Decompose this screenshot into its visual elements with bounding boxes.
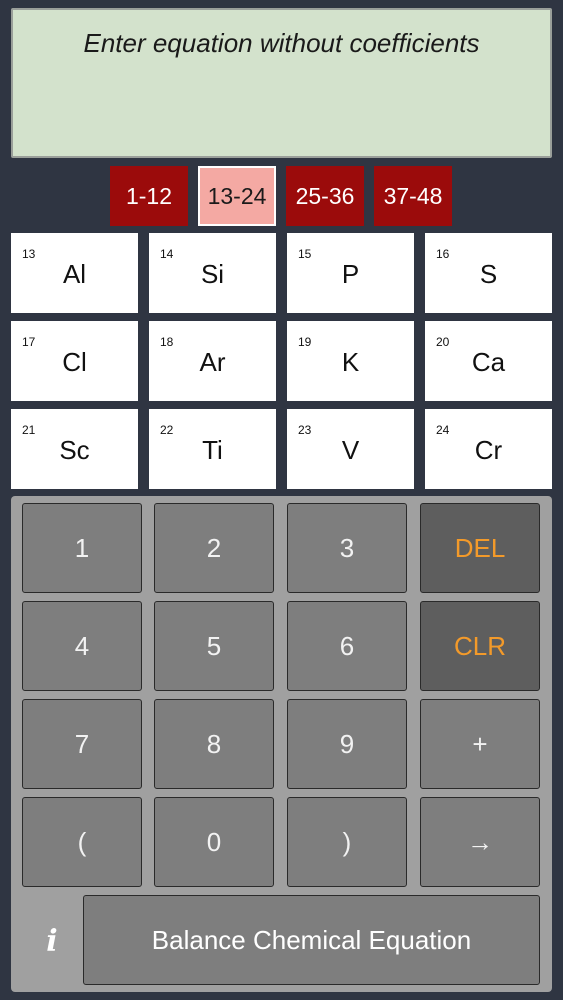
element-key-ca[interactable]: 20 Ca	[425, 321, 552, 401]
element-symbol: Cl	[62, 347, 87, 377]
range-tab-1-12[interactable]: 1-12	[110, 166, 188, 226]
element-key-al[interactable]: 13 Al	[11, 233, 138, 313]
element-symbol: P	[341, 259, 360, 289]
key-5[interactable]: 5	[154, 601, 274, 691]
element-symbol: Al	[62, 259, 87, 289]
element-symbol: Ca	[471, 347, 506, 377]
element-key-ar[interactable]: 18 Ar	[149, 321, 276, 401]
element-symbol: Sc	[59, 435, 90, 465]
equation-display[interactable]: Enter equation without coefficients	[11, 8, 552, 158]
element-key-ti[interactable]: 22 Ti	[149, 409, 276, 489]
info-button[interactable]: i	[24, 916, 80, 966]
key-9[interactable]: 9	[287, 699, 407, 789]
element-symbol: Si	[200, 259, 225, 289]
element-key-cr[interactable]: 24 Cr	[425, 409, 552, 489]
element-symbol: Ti	[202, 435, 223, 465]
equation-prompt: Enter equation without coefficients	[83, 28, 480, 58]
key-2[interactable]: 2	[154, 503, 274, 593]
element-key-si[interactable]: 14 Si	[149, 233, 276, 313]
element-symbol: K	[341, 347, 360, 377]
arrow-key[interactable]: →	[420, 797, 540, 887]
element-key-s[interactable]: 16 S	[425, 233, 552, 313]
open-paren-key[interactable]: (	[22, 797, 142, 887]
range-tab-13-24[interactable]: 13-24	[198, 166, 276, 226]
key-8[interactable]: 8	[154, 699, 274, 789]
element-key-sc[interactable]: 21 Sc	[11, 409, 138, 489]
element-key-k[interactable]: 19 K	[287, 321, 414, 401]
range-tab-37-48[interactable]: 37-48	[374, 166, 452, 226]
key-1[interactable]: 1	[22, 503, 142, 593]
element-symbol: S	[479, 259, 498, 289]
element-symbol: Ar	[199, 347, 226, 377]
clear-button[interactable]: CLR	[420, 601, 540, 691]
element-symbol: Cr	[474, 435, 503, 465]
info-icon: i	[46, 923, 58, 959]
key-4[interactable]: 4	[22, 601, 142, 691]
close-paren-key[interactable]: )	[287, 797, 407, 887]
element-key-cl[interactable]: 17 Cl	[11, 321, 138, 401]
key-3[interactable]: 3	[287, 503, 407, 593]
element-symbol: V	[341, 435, 360, 465]
plus-key[interactable]: +	[420, 699, 540, 789]
element-key-v[interactable]: 23 V	[287, 409, 414, 489]
element-range-tabs: 1-12 13-24 25-36 37-48	[0, 166, 563, 226]
key-6[interactable]: 6	[287, 601, 407, 691]
delete-button[interactable]: DEL	[420, 503, 540, 593]
key-7[interactable]: 7	[22, 699, 142, 789]
range-tab-25-36[interactable]: 25-36	[286, 166, 364, 226]
balance-equation-button[interactable]: Balance Chemical Equation	[83, 895, 540, 985]
key-0[interactable]: 0	[154, 797, 274, 887]
element-key-p[interactable]: 15 P	[287, 233, 414, 313]
